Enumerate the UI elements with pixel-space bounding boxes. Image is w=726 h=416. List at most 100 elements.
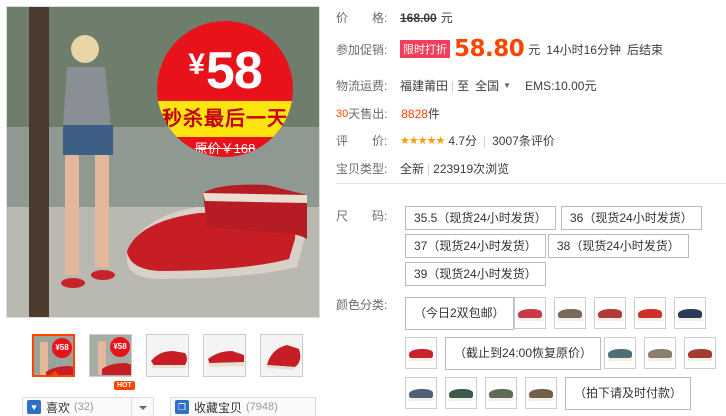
ship-to-prefix: 至	[457, 79, 470, 93]
bookmark-icon: ❐	[175, 400, 189, 414]
price-row: 价 格: 168.00 元	[336, 9, 459, 26]
limited-discount-tag[interactable]: 限时打折	[400, 40, 450, 58]
sole	[449, 398, 474, 401]
sales-days: 30	[336, 107, 349, 120]
promo-badge: ¥58 秒杀最后一天 原价￥168	[157, 21, 293, 157]
color-swatch[interactable]	[594, 297, 626, 329]
thumbnail-price-badge: ¥58	[110, 337, 130, 357]
promo-banner: 秒杀最后一天	[157, 101, 293, 137]
price-label: 价 格:	[336, 11, 388, 25]
sales-unit: 件	[427, 107, 440, 121]
like-label: 喜欢	[46, 400, 71, 415]
sole	[518, 318, 543, 321]
promo-price-value: 58	[205, 42, 263, 100]
rating-score: 4.7分	[448, 134, 477, 148]
promo-price-unit: 元	[528, 42, 541, 57]
color-swatch[interactable]	[525, 377, 557, 409]
rating-label: 评 价:	[336, 134, 388, 148]
color-swatch[interactable]	[445, 377, 477, 409]
color-option-free-shipping[interactable]: （今日2双包邮）	[405, 297, 514, 330]
sales-label: 天售出:	[348, 107, 388, 121]
color-swatch[interactable]	[604, 337, 636, 369]
sole	[529, 398, 554, 401]
thumbnail-price-badge: ¥58	[52, 338, 72, 358]
divider: |	[451, 78, 455, 93]
thumbnail-3[interactable]	[146, 334, 189, 377]
color-swatch[interactable]	[514, 297, 546, 329]
like-count: (32)	[74, 401, 94, 413]
sole	[598, 318, 623, 321]
ship-from: 福建莆田	[400, 79, 449, 93]
view-count: 223919次浏览	[433, 162, 510, 176]
type-value: 全新	[400, 162, 425, 176]
color-option-pay-promptly[interactable]: （拍下请及时付款）	[565, 377, 692, 410]
color-option-restore-price[interactable]: （截止到24:00恢复原价）	[445, 337, 602, 370]
sole	[608, 358, 633, 361]
color-label: 颜色分类:	[336, 298, 388, 312]
size-option-37[interactable]: 37（现货24小时发货）	[405, 234, 546, 258]
ship-to-select[interactable]: 全国	[475, 77, 499, 94]
size-option-36[interactable]: 36（现货24小时发货）	[561, 206, 702, 230]
thumbnail-strip: ¥58 ¥58	[32, 334, 303, 377]
countdown-time: 14小时16分钟	[546, 42, 621, 57]
hot-badge: HOT	[114, 381, 135, 390]
price-unit: 元	[440, 11, 453, 25]
rating-stars-icon: ★★★★★	[400, 135, 445, 147]
thumbnail-5[interactable]	[260, 334, 303, 377]
promotion-row: 参加促销: 限时打折 58.80 元 14小时16分钟 后结束	[336, 36, 663, 62]
like-button[interactable]: ♥ 喜欢 (32)	[22, 397, 132, 416]
sole	[409, 398, 434, 401]
color-swatch[interactable]	[684, 337, 716, 369]
review-count-link[interactable]: 3007条评价	[492, 132, 555, 149]
size-option-35-5[interactable]: 35.5（现货24小时发货）	[405, 206, 556, 230]
color-swatch[interactable]	[554, 297, 586, 329]
thumbnail-4[interactable]	[203, 334, 246, 377]
sole	[678, 318, 703, 321]
shipping-row: 物流运费: 福建莆田 | 至 全国 ▼ EMS:10.00元	[336, 77, 596, 94]
divider: |	[483, 133, 487, 148]
thumbnail-2[interactable]: ¥58	[89, 334, 132, 377]
shipping-fee: EMS:10.00元	[525, 79, 597, 93]
heart-icon: ♥	[27, 400, 41, 414]
favorite-label: 收藏宝贝	[194, 400, 243, 415]
size-option-39[interactable]: 39（现货24小时发货）	[405, 262, 546, 286]
color-swatch[interactable]	[405, 377, 437, 409]
size-label: 尺 码:	[336, 209, 388, 223]
sole	[688, 358, 713, 361]
thumbnail-image	[204, 335, 245, 376]
section-divider	[336, 183, 726, 184]
color-label-row: 颜色分类:	[336, 296, 400, 313]
size-label-row: 尺 码:	[336, 207, 400, 224]
sales-count: 8828	[401, 106, 428, 121]
countdown-suffix: 后结束	[626, 42, 663, 57]
like-dropdown-arrow[interactable]	[132, 397, 154, 416]
color-swatch[interactable]	[485, 377, 517, 409]
type-label: 宝贝类型:	[336, 162, 388, 176]
rating-row: 评 价: ★★★★★ 4.7分 | 3007条评价	[336, 132, 555, 149]
type-row: 宝贝类型: 全新 | 223919次浏览	[336, 160, 509, 177]
divider: |	[427, 161, 431, 176]
thumbnail-1[interactable]: ¥58	[32, 334, 75, 377]
sales-row: 30 天售出: 8828 件	[336, 105, 440, 122]
currency-symbol: ¥	[188, 48, 205, 81]
thumbnail-image	[147, 335, 188, 376]
color-swatch[interactable]	[634, 297, 666, 329]
chevron-down-icon[interactable]: ▼	[503, 81, 511, 90]
promotion-label: 参加促销:	[336, 42, 388, 57]
promo-price: ¥58	[157, 35, 293, 101]
sole	[558, 318, 583, 321]
shipping-label: 物流运费:	[336, 79, 388, 93]
original-price: 168.00	[400, 10, 437, 25]
color-swatch[interactable]	[674, 297, 706, 329]
main-product-image[interactable]: ¥58 秒杀最后一天 原价￥168	[6, 6, 320, 318]
favorite-button[interactable]: ❐ 收藏宝贝 (7948)	[170, 397, 316, 416]
color-swatch[interactable]	[644, 337, 676, 369]
color-swatch[interactable]	[405, 337, 437, 369]
action-bar: ♥ 喜欢 (32) ❐ 收藏宝贝 (7948)	[22, 397, 316, 416]
thumbnail-image	[261, 335, 302, 376]
sole	[409, 358, 434, 361]
promo-original-price: 原价￥168	[194, 141, 256, 156]
size-option-38[interactable]: 38（现货24小时发货）	[548, 234, 689, 258]
promo-price: 58.80	[454, 36, 525, 62]
sole	[638, 318, 663, 321]
